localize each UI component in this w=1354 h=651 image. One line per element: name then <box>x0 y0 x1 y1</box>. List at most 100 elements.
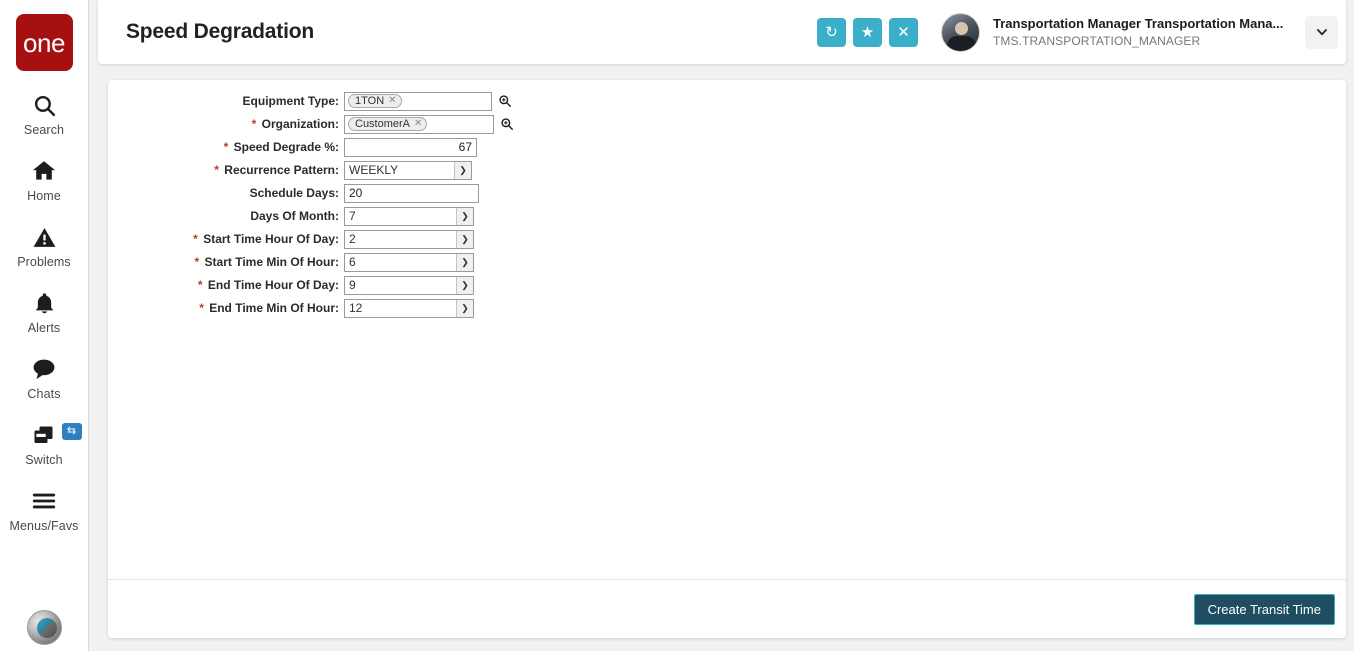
sidebar-item-alerts[interactable]: Alerts <box>0 288 89 335</box>
chip-remove-icon[interactable]: ✕ <box>388 96 396 106</box>
chat-bubble-icon <box>31 354 57 384</box>
content-card: Equipment Type: 1TON ✕ * Organization: C… <box>108 80 1346 638</box>
organization-input[interactable]: CustomerA ✕ <box>344 114 494 134</box>
user-login: TMS.TRANSPORTATION_MANAGER <box>993 33 1201 48</box>
chip-remove-icon[interactable]: ✕ <box>414 119 422 129</box>
field-label: Equipment Type: <box>118 94 344 108</box>
field-label: Schedule Days: <box>118 186 344 200</box>
sidebar-globe-avatar[interactable] <box>27 610 62 645</box>
warning-triangle-icon <box>32 222 57 252</box>
refresh-icon: ↻ <box>825 24 838 41</box>
bell-icon <box>32 288 57 318</box>
chevron-down-icon[interactable]: ❯ <box>454 161 471 179</box>
field-label: * Start Time Min Of Hour: <box>118 255 344 269</box>
recurrence-pattern-select[interactable]: WEEKLY ❯ <box>344 160 472 180</box>
field-label: * Speed Degrade %: <box>118 140 344 154</box>
chevron-down-icon[interactable]: ❯ <box>456 276 473 294</box>
swap-arrows-icon[interactable]: ⇆ <box>61 423 82 440</box>
sidebar-item-chats[interactable]: Chats <box>0 354 89 401</box>
avatar-face <box>955 21 968 35</box>
favorite-button[interactable]: ★ <box>853 17 882 47</box>
search-icon <box>32 90 57 120</box>
form-row-start-min: * Start Time Min Of Hour: 6 ❯ <box>108 251 1346 274</box>
header-actions: ↻ ★ ✕ Transportation Manager Transportat… <box>810 12 1346 52</box>
select-value: 2 <box>349 232 356 247</box>
chip-label: 1TON <box>355 94 385 107</box>
hamburger-menu-icon <box>31 486 57 516</box>
required-asterisk: * <box>193 232 198 247</box>
field-label: * End Time Min Of Hour: <box>118 301 344 315</box>
schedule-days-input[interactable] <box>344 183 479 203</box>
chevron-down-icon[interactable]: ❯ <box>456 299 473 317</box>
token-chip[interactable]: CustomerA ✕ <box>348 117 428 132</box>
chevron-down-icon[interactable]: ❯ <box>456 253 473 271</box>
label-text: Speed Degrade %: <box>233 140 339 155</box>
sidebar-item-search[interactable]: Search <box>0 90 89 137</box>
close-icon: ✕ <box>897 24 910 41</box>
select-value: 7 <box>349 209 356 224</box>
field-label: Days Of Month: <box>118 209 344 223</box>
select-value: 12 <box>349 301 363 316</box>
required-asterisk: * <box>194 255 200 270</box>
form-row-recurrence-pattern: * Recurrence Pattern: WEEKLY ❯ <box>108 159 1346 182</box>
sidebar-item-label: Switch <box>25 453 63 467</box>
logo-text: one <box>23 27 65 58</box>
form-row-organization: * Organization: CustomerA ✕ <box>108 113 1346 136</box>
speed-degrade-input[interactable] <box>344 137 477 157</box>
left-sidebar: one Search Home Problems Alerts Chats ⇆ … <box>0 0 89 651</box>
required-asterisk: * <box>223 140 229 155</box>
avatar[interactable] <box>941 12 980 52</box>
field-label: * Recurrence Pattern: <box>118 163 344 177</box>
refresh-button[interactable]: ↻ <box>817 17 846 47</box>
label-text: Equipment Type: <box>242 94 339 109</box>
switch-windows-icon <box>32 420 56 450</box>
chevron-down-icon[interactable]: ❯ <box>456 207 473 225</box>
chevron-down-icon[interactable]: ❯ <box>456 230 473 248</box>
sidebar-item-label: Home <box>27 189 61 203</box>
start-time-hour-select[interactable]: 2 ❯ <box>344 229 474 249</box>
sidebar-item-label: Search <box>23 123 65 137</box>
form-row-speed-degrade: * Speed Degrade %: <box>108 136 1346 159</box>
user-info: Transportation Manager Transportation Ma… <box>993 15 1283 49</box>
end-time-min-select[interactable]: 12 ❯ <box>344 298 474 318</box>
end-time-hour-select[interactable]: 9 ❯ <box>344 275 474 295</box>
chevron-down-icon <box>1316 29 1327 36</box>
sidebar-item-label: Chats <box>27 387 61 401</box>
sidebar-item-switch[interactable]: ⇆ Switch <box>0 420 89 467</box>
days-of-month-select[interactable]: 7 ❯ <box>344 206 474 226</box>
label-text: Start Time Hour Of Day: <box>203 232 339 247</box>
label-text: End Time Min Of Hour: <box>209 301 339 316</box>
sidebar-item-problems[interactable]: Problems <box>0 222 89 269</box>
equipment-type-input[interactable]: 1TON ✕ <box>344 91 492 111</box>
close-button[interactable]: ✕ <box>889 17 918 47</box>
organization-search-icon[interactable] <box>500 117 514 131</box>
label-text: Days Of Month: <box>250 209 339 224</box>
create-transit-time-button[interactable]: Create Transit Time <box>1193 593 1335 625</box>
form-row-schedule-days: Schedule Days: <box>108 182 1346 205</box>
sidebar-item-label: Alerts <box>27 321 61 335</box>
field-label: * End Time Hour Of Day: <box>118 278 344 292</box>
start-time-min-select[interactable]: 6 ❯ <box>344 252 474 272</box>
sidebar-item-home[interactable]: Home <box>0 156 89 203</box>
label-text: Organization: <box>261 117 339 132</box>
select-value: 6 <box>349 255 356 270</box>
select-value: WEEKLY <box>349 163 399 178</box>
label-text: Recurrence Pattern: <box>224 163 339 178</box>
required-asterisk: * <box>199 301 204 316</box>
label-text: Start Time Min Of Hour: <box>204 255 339 270</box>
globe-icon <box>37 618 57 638</box>
application-window: one Search Home Problems Alerts Chats ⇆ … <box>0 0 1354 651</box>
user-menu-button[interactable] <box>1305 15 1338 49</box>
label-text: End Time Hour Of Day: <box>207 278 339 293</box>
one-logo[interactable]: one <box>15 14 73 71</box>
required-asterisk: * <box>214 163 219 178</box>
field-label: * Start Time Hour Of Day: <box>118 232 344 246</box>
star-icon: ★ <box>860 24 875 41</box>
equipment-type-search-icon[interactable] <box>498 94 512 108</box>
required-asterisk: * <box>197 278 203 293</box>
sidebar-item-label: Problems <box>17 255 71 269</box>
user-name: Transportation Manager Transportation Ma… <box>993 16 1283 32</box>
sidebar-item-menus-favs[interactable]: Menus/Favs <box>0 486 89 533</box>
token-chip[interactable]: 1TON ✕ <box>348 94 402 109</box>
required-asterisk: * <box>251 117 257 132</box>
